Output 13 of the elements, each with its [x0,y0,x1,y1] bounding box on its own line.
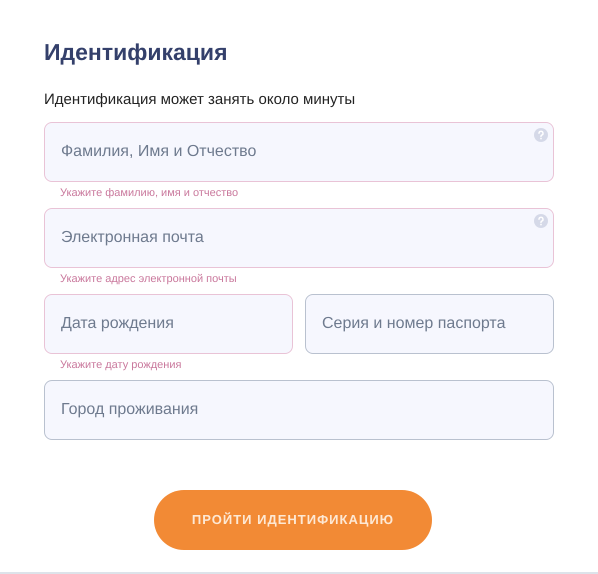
submit-button[interactable]: ПРОЙТИ ИДЕНТИФИКАЦИЮ [154,490,432,550]
input-field[interactable]: Фамилия, Имя и Отчество [44,122,554,182]
input-field[interactable]: Город проживания [44,380,554,440]
error-message: Укажите фамилию, имя и отчество [60,186,238,200]
help-icon[interactable] [534,214,548,228]
error-message: Укажите адрес электронной почты [60,272,237,286]
error-message: Укажите дату рождения [60,358,182,372]
subtitle: Идентификация может занять около минуты [44,90,356,110]
input-field[interactable]: Серия и номер паспорта [305,294,554,354]
input-field[interactable]: Электронная почта [44,208,554,268]
input-field[interactable]: Дата рождения [44,294,293,354]
page-title: Идентификация [44,38,228,67]
help-icon[interactable] [534,128,548,142]
